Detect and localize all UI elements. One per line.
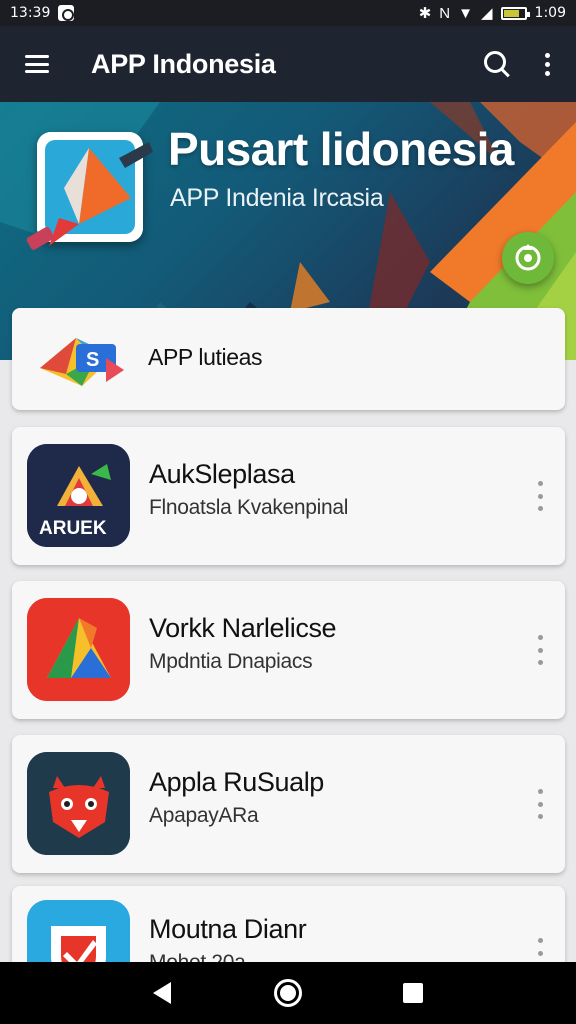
home-icon[interactable] <box>268 973 308 1013</box>
back-icon[interactable] <box>143 973 183 1013</box>
app-icon <box>27 752 130 855</box>
app-texts: Appla RuSualp ApapayARa <box>149 767 324 828</box>
app-name: Moutna Dianr <box>149 914 307 944</box>
wifi-icon: ▼ <box>458 4 473 22</box>
app-card[interactable]: ARUEK AukSleplasa Flnoatsla Kvakenpinal <box>12 427 565 565</box>
status-clock: 1:09 <box>534 5 566 21</box>
app-more-icon[interactable] <box>533 789 547 819</box>
menu-icon[interactable] <box>25 55 49 73</box>
nfc-icon: N <box>439 4 451 22</box>
featured-card[interactable]: S APP lutieas <box>12 308 565 410</box>
hero-app-logo <box>26 132 153 250</box>
featured-app-name: APP lutieas <box>148 344 263 370</box>
location-icon <box>515 244 541 271</box>
featured-app-icon: S <box>40 338 124 386</box>
triangle-logo-icon <box>27 598 130 701</box>
app-name: Vorkk Narlelicse <box>149 613 337 643</box>
app-card[interactable]: Vorkk Narlelicse Mpdntia Dnapiacs <box>12 581 565 719</box>
app-bar: APP Indonesia <box>0 26 576 102</box>
status-time: 13:39 <box>10 5 51 21</box>
system-navigation-bar <box>0 962 576 1024</box>
notification-icon <box>58 5 75 21</box>
app-name: Appla RuSualp <box>149 767 324 797</box>
app-subtitle: Mpdntia Dnapiacs <box>149 650 313 673</box>
hero-subtitle: APP Indenia Ircasia <box>170 184 384 212</box>
app-icon: ARUEK <box>27 444 130 547</box>
recent-apps-icon[interactable] <box>393 973 433 1013</box>
app-bar-title: APP Indonesia <box>91 48 276 79</box>
svg-text:S: S <box>86 349 99 371</box>
app-subtitle: Flnoatsla Kvakenpinal <box>149 496 349 519</box>
kite-logo-icon <box>26 132 153 250</box>
aruek-logo-icon: ARUEK <box>27 444 130 547</box>
signal-icon: ◢ <box>481 5 493 22</box>
app-name: AukSleplasa <box>149 459 295 489</box>
app-icon-label: ARUEK <box>39 518 107 539</box>
monster-logo-icon <box>27 752 130 855</box>
app-more-icon[interactable] <box>533 635 547 665</box>
overflow-menu-icon[interactable] <box>532 49 562 79</box>
status-bar: 13:39 ✱ N ▼ ◢ 1:09 <box>0 0 576 26</box>
battery-icon <box>500 6 530 20</box>
app-more-icon[interactable] <box>533 481 547 511</box>
app-texts: Vorkk Narlelicse Mpdntia Dnapiacs <box>149 613 337 674</box>
hero-title: Pusart lidonesia <box>168 123 514 175</box>
app-subtitle: ApapayARa <box>149 804 259 827</box>
search-icon[interactable] <box>482 49 512 79</box>
app-card[interactable]: Appla RuSualp ApapayARa <box>12 735 565 873</box>
status-icons: ✱ N ▼ ◢ 1:09 <box>418 4 566 23</box>
app-icon <box>27 598 130 701</box>
bluetooth-icon: ✱ <box>418 5 432 22</box>
location-fab[interactable] <box>502 232 554 284</box>
app-texts: AukSleplasa Flnoatsla Kvakenpinal <box>149 459 348 520</box>
